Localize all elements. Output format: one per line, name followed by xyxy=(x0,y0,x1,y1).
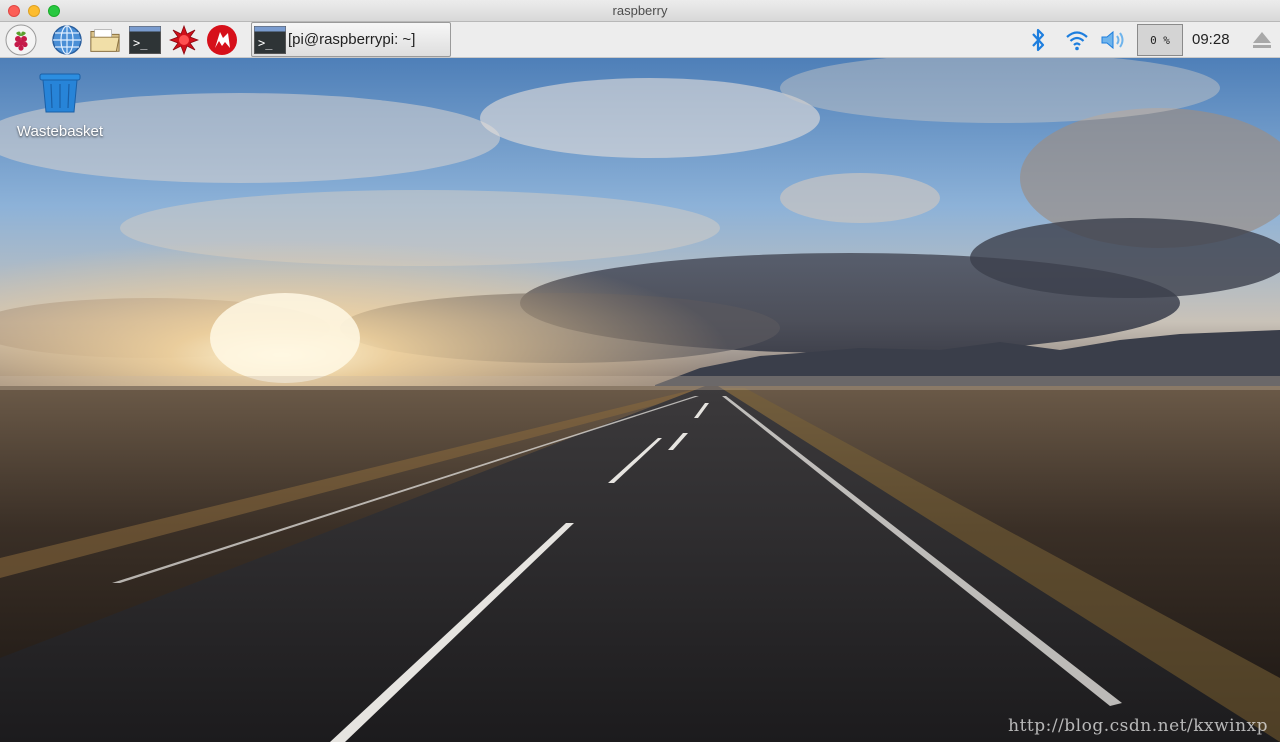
terminal-launcher[interactable]: >_ xyxy=(129,24,161,56)
task-label: [pi@raspberrypi: ~] xyxy=(288,31,416,48)
minimize-window-button[interactable] xyxy=(28,5,40,17)
cpu-usage-monitor[interactable]: 0 % xyxy=(1137,24,1183,56)
desktop-icon-label: Wastebasket xyxy=(16,123,104,140)
cpu-usage-label: 0 % xyxy=(1150,33,1170,47)
volume-icon xyxy=(1101,30,1124,50)
eject-button[interactable] xyxy=(1250,24,1274,56)
close-window-button[interactable] xyxy=(8,5,20,17)
desktop-icon-wastebasket[interactable]: Wastebasket xyxy=(10,72,110,140)
file-manager-launcher[interactable] xyxy=(89,24,121,56)
bluetooth-icon xyxy=(1032,28,1045,52)
desktop-wallpaper xyxy=(0,58,1280,742)
terminal-icon: >_ xyxy=(254,25,286,54)
svg-text:>_: >_ xyxy=(258,36,273,50)
svg-text:>_: >_ xyxy=(133,36,148,50)
raspberry-menu-icon xyxy=(5,24,37,56)
task-terminal-window-button[interactable]: >_ [pi@raspberrypi: ~] xyxy=(251,22,451,57)
top-panel: >_ >_ [pi@raspberrypi: ~] 0 % 09:28 xyxy=(0,22,1280,58)
web-browser-icon xyxy=(52,25,82,55)
wolfram-launcher[interactable] xyxy=(206,24,238,56)
watermark: http://blog.csdn.net/kxwinxp xyxy=(1008,716,1268,736)
terminal-icon: >_ xyxy=(129,26,161,54)
clock[interactable]: 09:28 xyxy=(1192,22,1230,58)
eject-icon xyxy=(1253,32,1271,48)
file-manager-icon xyxy=(90,29,120,52)
window-title: raspberry xyxy=(612,3,668,18)
web-browser-launcher[interactable] xyxy=(51,24,83,56)
wifi-button[interactable] xyxy=(1064,24,1090,56)
mathematica-icon xyxy=(169,25,199,55)
volume-button[interactable] xyxy=(1100,24,1128,56)
raspberry-menu-button[interactable] xyxy=(5,24,37,56)
desktop[interactable]: Wastebasket http://blog.csdn.net/kxwinxp xyxy=(0,58,1280,742)
wastebasket-icon xyxy=(39,73,81,113)
wolfram-icon xyxy=(207,25,237,55)
wifi-icon xyxy=(1066,31,1088,51)
maximize-window-button[interactable] xyxy=(48,5,60,17)
bluetooth-button[interactable] xyxy=(1026,24,1050,56)
mathematica-launcher[interactable] xyxy=(168,24,200,56)
window-title-bar[interactable]: raspberry xyxy=(0,0,1280,22)
